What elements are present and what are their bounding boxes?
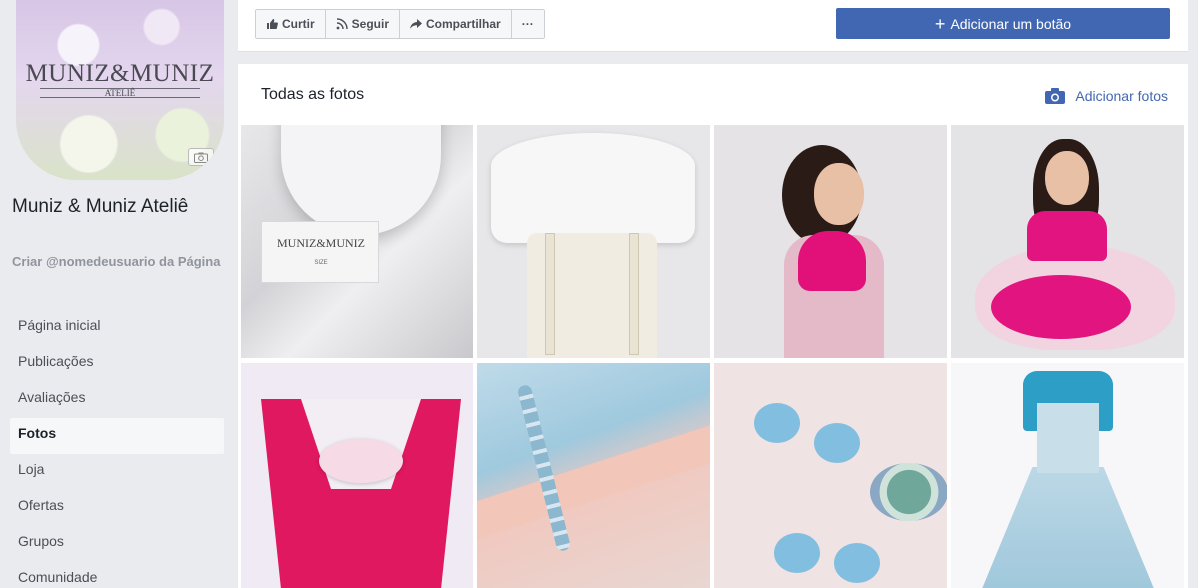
photo-blue-fabric[interactable] (477, 363, 710, 588)
nav-item-posts[interactable]: Publicações (10, 346, 224, 382)
shirt-collar (281, 125, 441, 235)
share-arrow-icon (410, 19, 423, 29)
profile-picture[interactable]: MUNIZ&MUNIZ ATELIÊ (16, 0, 224, 180)
nav-item-groups[interactable]: Grupos (10, 526, 224, 562)
like-label: Curtir (282, 17, 315, 31)
nav-item-offers[interactable]: Ofertas (10, 490, 224, 526)
blue-flower (834, 543, 880, 583)
follow-button[interactable]: Seguir (324, 9, 401, 39)
dress-skirt (979, 467, 1157, 588)
add-button-cta[interactable]: + Adicionar um botão (836, 8, 1170, 39)
photos-title: Todas as fotos (261, 86, 365, 103)
blue-flower (814, 423, 860, 463)
update-profile-picture-camera-icon[interactable] (188, 148, 214, 166)
photo-grid: MUNIZ&MUNIZ SIZE (241, 125, 1184, 588)
page-action-bar: Curtir Seguir Compartilhar ··· + Adicion… (238, 0, 1188, 52)
share-button[interactable]: Compartilhar (399, 9, 512, 39)
dress-bodice (1037, 403, 1099, 473)
photo-blue-dress[interactable] (951, 363, 1184, 588)
photo-boy-outfit[interactable] (477, 125, 710, 358)
thumbs-up-icon (267, 19, 278, 29)
photo-girl-sitting[interactable] (951, 125, 1184, 358)
rss-icon (336, 18, 348, 30)
photo-shirt-collar[interactable]: MUNIZ&MUNIZ SIZE (241, 125, 473, 358)
girl-face (1045, 151, 1089, 205)
clothing-label: MUNIZ&MUNIZ SIZE (261, 221, 379, 283)
nav-item-community[interactable]: Comunidade (10, 562, 224, 588)
photo-girl-profile[interactable] (714, 125, 947, 358)
like-button[interactable]: Curtir (255, 9, 326, 39)
profile-logo-subtitle: ATELIÊ (40, 88, 200, 98)
add-button-label: Adicionar um botão (950, 15, 1072, 32)
white-shirt (491, 133, 695, 243)
clothing-label-brand: MUNIZ&MUNIZ (277, 236, 365, 250)
more-options-button[interactable]: ··· (510, 9, 545, 39)
nav-item-home[interactable]: Página inicial (10, 310, 224, 346)
page-name[interactable]: Muniz & Muniz Ateliê (12, 196, 222, 218)
dress-skirt-pink (991, 275, 1131, 339)
peach-band (477, 420, 710, 542)
camera-icon (1045, 88, 1066, 104)
page-nav: Página inicial Publicações Avaliações Fo… (10, 310, 224, 588)
suspender-right (629, 233, 639, 355)
nav-item-shop[interactable]: Loja (10, 454, 224, 490)
add-photos-link[interactable]: Adicionar fotos (1045, 88, 1168, 104)
left-column: MUNIZ&MUNIZ ATELIÊ Muniz & Muniz Ateliê … (0, 0, 232, 588)
photo-flowers-jar[interactable] (714, 363, 947, 588)
profile-logo-text: MUNIZ&MUNIZ (25, 60, 215, 87)
action-buttons: Curtir Seguir Compartilhar ··· (255, 9, 545, 39)
clothing-label-size: SIZE (314, 260, 328, 266)
plus-icon: + (934, 13, 946, 34)
girl-face (814, 163, 864, 225)
cream-shorts (527, 233, 657, 358)
dress-bodice (1027, 211, 1107, 261)
nav-item-reviews[interactable]: Avaliações (10, 382, 224, 418)
blue-flower (774, 533, 820, 573)
girl-dress-top (798, 231, 866, 291)
suspender-left (545, 233, 555, 355)
photo-pink-bow[interactable] (241, 363, 473, 588)
bead-buttons (516, 383, 572, 553)
blue-flower (754, 403, 800, 443)
add-photos-label: Adicionar fotos (1075, 88, 1168, 104)
follow-label: Seguir (351, 17, 390, 31)
more-options-icon: ··· (521, 17, 534, 31)
nav-item-photos[interactable]: Fotos (10, 418, 224, 454)
organza-bow (319, 439, 403, 483)
photos-panel: Todas as fotos Adicionar fotos MUNIZ&MUN… (238, 64, 1188, 588)
share-label: Compartilhar (426, 17, 501, 31)
bead-jar (870, 463, 947, 521)
create-username-link[interactable]: Criar @nomedeusuario da Página (12, 254, 227, 269)
